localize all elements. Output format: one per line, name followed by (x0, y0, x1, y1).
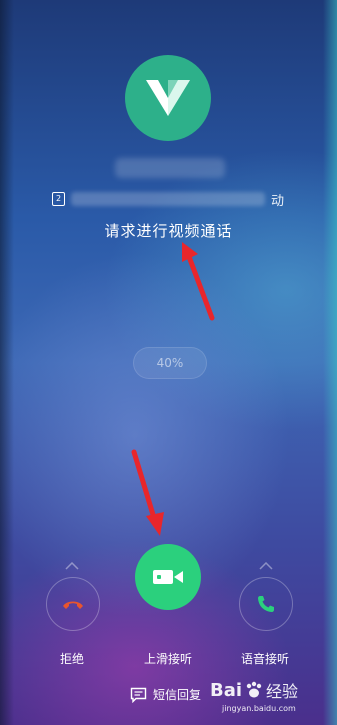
triangle-logo-icon (146, 80, 190, 116)
annotation-arrow-up (182, 242, 215, 321)
chevron-up-icon (259, 562, 273, 570)
caller-number-suffix: 动 (270, 193, 284, 209)
baidu-jingyan-watermark: Bai 经验 (210, 678, 298, 702)
accept-label: 上滑接听 (143, 652, 192, 666)
decline-button[interactable] (46, 577, 100, 631)
watermark-site: jingyan.baidu.com (222, 704, 296, 713)
caller-number-row: 2 动 (52, 191, 284, 209)
watermark-brand: Bai (210, 679, 243, 701)
voice-answer-label: 语音接听 (240, 652, 289, 666)
caller-name-redacted (115, 158, 225, 178)
annotation-arrow-down (131, 449, 164, 536)
voice-answer-button[interactable] (239, 577, 293, 631)
caller-number-redacted (71, 192, 265, 206)
percent-pill: 40% (133, 347, 207, 379)
accept-video-button[interactable] (135, 544, 201, 610)
sim-2-icon: 2 (52, 192, 65, 206)
screen-frame-left (0, 0, 14, 725)
caller-avatar (125, 55, 211, 141)
message-icon (130, 687, 147, 703)
screen-frame-right (323, 0, 337, 725)
sms-reply-label: 短信回复 (153, 688, 202, 702)
paw-icon (246, 681, 262, 698)
chevron-up-icon (65, 562, 79, 570)
call-status-text: 请求进行视频通话 (104, 222, 233, 240)
watermark-brand2: 经验 (266, 682, 299, 701)
sms-reply-button[interactable]: 短信回复 (130, 686, 201, 703)
video-camera-icon (153, 570, 183, 584)
phone-icon (258, 596, 274, 612)
hang-up-icon (63, 601, 83, 609)
percent-pill-text: 40% (156, 356, 184, 370)
decline-label: 拒绝 (59, 652, 84, 666)
